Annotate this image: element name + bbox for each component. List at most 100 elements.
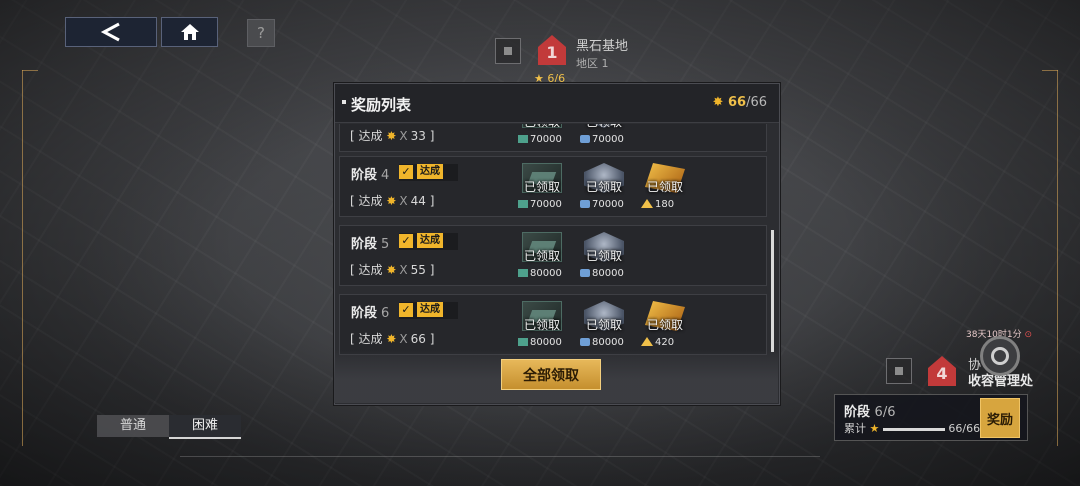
cash-small-icon (518, 338, 528, 346)
cash-small-icon (518, 135, 528, 143)
tab-normal[interactable]: 普通 (97, 415, 169, 437)
requirement-multiplier: X (399, 194, 408, 208)
requirement-value: 44 (410, 194, 426, 208)
requirement-multiplier: X (399, 332, 408, 346)
achieved-badge: ✓ 达成 (399, 302, 458, 319)
reward-quantity: 420 (641, 337, 674, 348)
reward-item-chip[interactable]: 已领取 80000 (580, 299, 628, 349)
map-node-name-1: 黑石基地 (576, 39, 629, 54)
back-button[interactable] (65, 17, 157, 47)
reward-quantity: 80000 (580, 268, 624, 279)
reward-item-cash[interactable]: 已领取 70000 (518, 161, 566, 211)
quantity-value: 70000 (530, 134, 562, 145)
reward-quantity: 70000 (518, 199, 562, 210)
chip-small-icon (580, 135, 590, 143)
claimed-label: 已领取 (580, 124, 628, 130)
home-icon (180, 24, 199, 40)
reward-quantity: 180 (641, 199, 674, 210)
requirement-label: 达成 (358, 263, 383, 277)
stage-reward-list[interactable]: 阶段3✓达成[ 达成 ✸X33 ]已领取70000已领取70000阶段4✓达成[… (339, 124, 771, 356)
star-icon: ✸ (712, 95, 724, 110)
star-icon: ★ (869, 422, 880, 435)
hud-line-left (22, 70, 23, 446)
stage-requirement: [ 达成 ✸ X 55 ] (350, 263, 435, 277)
help-button[interactable]: ? (247, 19, 275, 47)
requirement-label: 达成 (358, 194, 383, 208)
map-node-box-4[interactable] (886, 358, 912, 384)
stage-requirement: [ 达成 ✸ X 44 ] (350, 194, 435, 208)
reward-item-chip[interactable]: 已领取 70000 (580, 124, 628, 146)
total-label: 累计 (844, 422, 866, 435)
star-total-max: /66 (746, 95, 767, 110)
stage-title: 阶段 4 (351, 164, 389, 183)
reward-quantity: 80000 (518, 268, 562, 279)
home-button[interactable] (161, 17, 218, 47)
requirement-label: 达成 (358, 332, 383, 346)
reward-item-chip[interactable]: 已领取 80000 (580, 230, 628, 280)
stage-row: 阶段 5 ✓ 达成 [ 达成 ✸ X 55 ] 已领取 80000 已领取 80000 (339, 225, 767, 286)
achieved-badge: ✓ 达成 (399, 233, 458, 250)
stage-number: 4 (381, 168, 390, 183)
modal-header: 奖励列表 ✸ 66/66 (335, 84, 779, 123)
stage-number: 6 (381, 306, 390, 321)
star-collected: 66 (727, 95, 747, 110)
quantity-value: 80000 (592, 268, 624, 279)
reward-quantity: 70000 (580, 134, 624, 145)
claimed-label: 已领取 (585, 318, 622, 332)
cash-small-icon (518, 269, 528, 277)
total-progress-row: 累计 ★ 66/66 (844, 420, 980, 436)
map-node-sub-1: 地区 1 (576, 57, 609, 70)
reward-item-chip[interactable]: 已领取 70000 (580, 161, 628, 211)
star-icon: ✸ (386, 263, 397, 277)
stage-requirement: [ 达成 ✸ X 66 ] (350, 332, 435, 346)
help-icon: ? (257, 24, 265, 42)
modal-title: 奖励列表 (341, 96, 412, 114)
quantity-value: 80000 (530, 268, 562, 279)
reward-item-cash[interactable]: 已领取 80000 (518, 230, 566, 280)
claimed-label: 已领取 (585, 249, 622, 263)
chip-small-icon (580, 338, 590, 346)
stage-row: 阶段3✓达成[ 达成 ✸X33 ]已领取70000已领取70000 (339, 124, 767, 152)
star-icon: ✸ (386, 129, 397, 143)
quantity-value: 180 (655, 199, 675, 210)
stage-title: 阶段 6 (351, 302, 389, 321)
gold-small-icon (641, 199, 653, 208)
reward-item-cash[interactable]: 已领取 70000 (518, 124, 566, 146)
total-value: 66/66 (948, 422, 981, 435)
stage-label: 阶段 (844, 405, 871, 420)
reward-item-gold[interactable]: 已领取 180 (641, 161, 689, 211)
hud-line-top-left (22, 70, 38, 71)
clock-icon: ⊙ (1024, 330, 1033, 340)
claimed-label: 已领取 (523, 249, 560, 263)
quantity-value: 80000 (530, 337, 562, 348)
stage-label: 阶段 (351, 168, 378, 183)
star-total: ✸ 66/66 (713, 95, 767, 110)
stage-number: 5 (381, 237, 390, 252)
cash-small-icon (518, 200, 528, 208)
claimed-label: 已领取 (523, 318, 560, 332)
map-node-box-1[interactable] (495, 38, 521, 64)
gold-small-icon (641, 337, 653, 346)
tab-hard[interactable]: 困难 (169, 415, 241, 439)
achieved-text: 达成 (417, 233, 443, 248)
scrollbar[interactable] (771, 230, 774, 352)
stage-row: 阶段 6 ✓ 达成 [ 达成 ✸ X 66 ] 已领取 80000 已领取 80000 已领取 420 (339, 294, 767, 355)
stage-marker-number: 1 (546, 43, 558, 62)
requirement-value: 55 (410, 263, 426, 277)
reward-item-gold[interactable]: 已领取 420 (641, 299, 689, 349)
requirement-value: 33 (410, 129, 426, 143)
reward-item-cash[interactable]: 已领取 80000 (518, 299, 566, 349)
claimed-label: 已领取 (646, 318, 683, 332)
claim-all-button[interactable]: 全部领取 (501, 359, 601, 390)
reward-quantity: 80000 (580, 337, 624, 348)
reward-quantity: 70000 (518, 134, 562, 145)
star-icon: ✸ (386, 332, 397, 346)
containment-gear-icon[interactable] (980, 336, 1020, 376)
quantity-value: 70000 (592, 134, 624, 145)
reward-button[interactable]: 奖励 (980, 398, 1020, 438)
stage-requirement: [ 达成 ✸ X 33 ] (350, 129, 435, 143)
claimed-label: 已领取 (585, 180, 622, 194)
stage-marker-number: 4 (936, 364, 948, 383)
stage-title: 阶段 5 (351, 233, 389, 252)
chip-small-icon (580, 269, 590, 277)
